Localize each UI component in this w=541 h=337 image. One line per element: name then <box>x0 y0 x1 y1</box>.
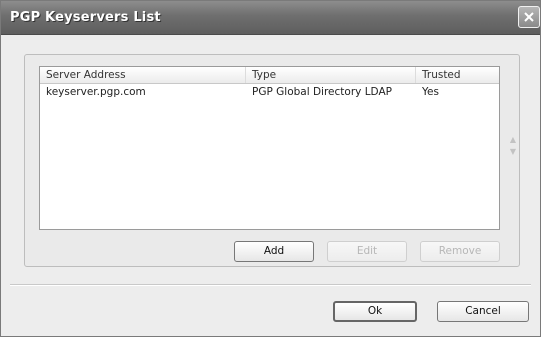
keyservers-dialog: PGP Keyservers List Server Address Type … <box>0 0 541 337</box>
close-button[interactable] <box>518 6 540 28</box>
server-list[interactable]: Server Address Type Trusted keyserver.pg… <box>39 66 500 230</box>
server-type-cell: PGP Global Directory LDAP <box>252 86 392 98</box>
list-item[interactable]: keyserver.pgp.com PGP Global Directory L… <box>40 84 499 100</box>
add-button[interactable]: Add <box>234 241 314 262</box>
column-type[interactable]: Type <box>246 67 416 83</box>
arrow-up-icon[interactable]: ▲ <box>507 134 519 146</box>
server-trusted-cell: Yes <box>422 86 439 98</box>
edit-button[interactable]: Edit <box>327 241 407 262</box>
close-icon <box>524 12 534 22</box>
column-trusted[interactable]: Trusted <box>416 67 501 83</box>
reorder-arrows: ▲ ▼ <box>507 134 519 174</box>
divider <box>10 284 531 286</box>
server-address-cell: keyserver.pgp.com <box>46 86 146 98</box>
window-title: PGP Keyservers List <box>10 10 161 25</box>
list-header: Server Address Type Trusted <box>40 67 499 84</box>
column-server-address[interactable]: Server Address <box>40 67 246 83</box>
cancel-button[interactable]: Cancel <box>437 301 529 322</box>
remove-button[interactable]: Remove <box>420 241 500 262</box>
ok-button[interactable]: Ok <box>333 301 417 322</box>
title-bar[interactable]: PGP Keyservers List <box>1 1 540 35</box>
arrow-down-icon[interactable]: ▼ <box>507 146 519 158</box>
